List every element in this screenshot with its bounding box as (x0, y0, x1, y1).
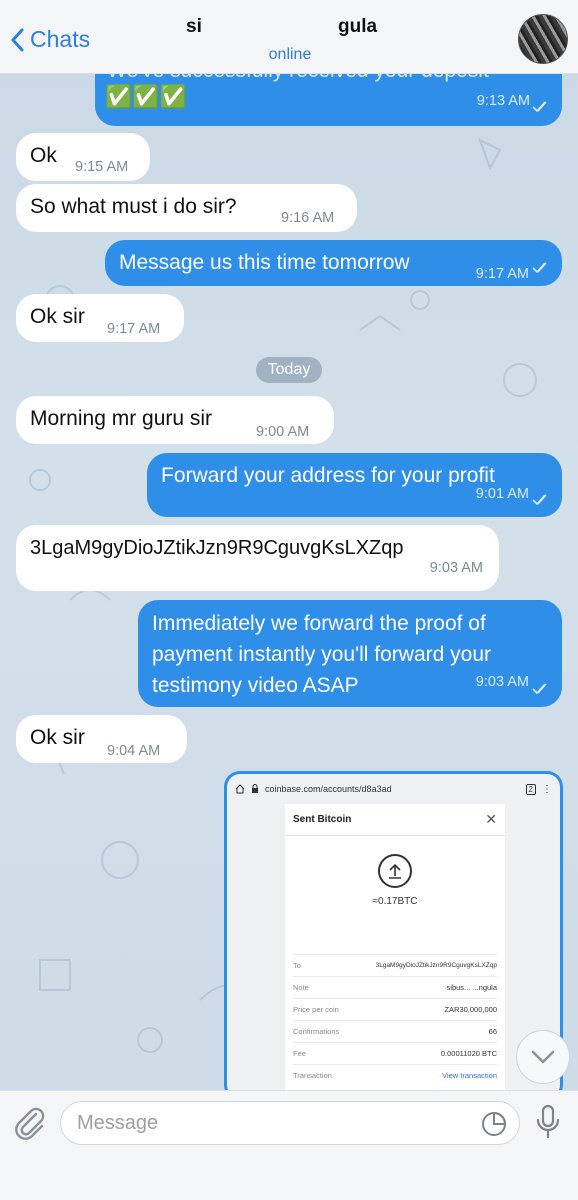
message-time: 9:16 AM (281, 210, 335, 226)
detail-value: sibus... ...ngula (446, 983, 497, 992)
home-icon (235, 784, 245, 794)
date-separator: Today (256, 357, 322, 383)
browser-url-bar: coinbase.com/accounts/d8a3ad 2 ⋮ (227, 774, 560, 804)
detail-value: 3LgaM9gyDioJZtikJzn9R9CguvgKsLXZqp (375, 962, 497, 969)
tab-count: 2 (525, 783, 536, 795)
microphone-icon[interactable] (534, 1103, 562, 1141)
message-bubble-outgoing[interactable]: Immediately we forward the proof of paym… (138, 600, 562, 707)
message-bubble-incoming[interactable]: Ok sir 9:04 AM (16, 715, 187, 763)
read-checkmarks-icon (532, 262, 547, 274)
message-text: Ok sir (30, 305, 85, 328)
message-time: 9:03 AM (475, 674, 529, 690)
detail-link: View transaction (442, 1071, 497, 1080)
message-text: Forward your address for your profit (161, 464, 495, 487)
detail-row: Price per coin ZAR30,000,000 (293, 998, 497, 1020)
chat-header: Chats si gula online (0, 0, 578, 74)
transaction-screenshot: coinbase.com/accounts/d8a3ad 2 ⋮ Sent Bi… (227, 774, 560, 1098)
message-text: Morning mr guru sir (30, 407, 213, 430)
read-checkmarks-icon (532, 101, 547, 113)
chevron-left-icon (11, 28, 24, 51)
message-emoji: ✅✅✅ (105, 84, 188, 109)
message-time: 9:15 AM (75, 159, 129, 175)
detail-label: Transaction (293, 1071, 332, 1080)
detail-row: Transaction View transaction (293, 1064, 497, 1086)
message-time: 9:01 AM (475, 486, 529, 502)
contact-status: online (268, 46, 312, 63)
detail-row: To 3LgaM9gyDioJZtikJzn9R9CguvgKsLXZqp (293, 954, 497, 976)
read-checkmarks-icon (532, 494, 547, 506)
message-time: 9:00 AM (256, 424, 310, 440)
read-checkmarks-icon (532, 683, 547, 695)
message-bubble-incoming[interactable]: 3LgaM9gyDioJZtikJzn9R9CguvgKsLXZqp 9:03 … (16, 525, 499, 591)
message-time: 9:04 AM (107, 743, 161, 759)
message-bubble-incoming[interactable]: Morning mr guru sir 9:00 AM (16, 396, 334, 444)
chevron-down-icon (531, 1050, 555, 1064)
detail-label: Note (293, 983, 309, 992)
send-arrow-icon (378, 854, 412, 888)
message-time: 9:17 AM (107, 321, 161, 337)
lock-icon (252, 784, 258, 793)
detail-value: ZAR30,000,000 (444, 1005, 497, 1014)
message-text: Ok (30, 144, 57, 167)
message-time: 9:03 AM (429, 560, 483, 576)
message-input-bar (0, 1090, 578, 1200)
contact-name-left: si (186, 16, 202, 37)
message-text-line: payment instantly you'll forward your (152, 643, 491, 666)
sent-bitcoin-panel: Sent Bitcoin ✕ ≈0.17BTC To 3LgaM9gyDioJZt… (285, 804, 505, 1098)
scroll-down-button[interactable] (516, 1030, 570, 1084)
message-text: 3LgaM9gyDioJZtikJzn9R9CguvgKsLXZqp (30, 537, 404, 559)
message-field[interactable] (60, 1101, 520, 1145)
sticker-icon[interactable] (481, 1111, 507, 1137)
url-text: coinbase.com/accounts/d8a3ad (265, 784, 392, 794)
back-label: Chats (30, 26, 91, 52)
panel-title: Sent Bitcoin (293, 814, 352, 825)
detail-label: Fee (293, 1049, 306, 1058)
paperclip-icon[interactable] (14, 1105, 46, 1141)
detail-row: Note sibus... ...ngula (293, 976, 497, 998)
more-icon: ⋮ (542, 783, 552, 795)
message-bubble-incoming[interactable]: Ok 9:15 AM (16, 133, 150, 181)
message-time: 9:17 AM (475, 266, 529, 282)
message-bubble-incoming[interactable]: Ok sir 9:17 AM (16, 294, 184, 342)
detail-row: Confirmations 66 (293, 1020, 497, 1042)
message-text: Ok sir (30, 726, 85, 749)
panel-header: Sent Bitcoin ✕ (285, 804, 505, 836)
image-message[interactable]: coinbase.com/accounts/d8a3ad 2 ⋮ Sent Bi… (224, 771, 563, 1101)
message-input[interactable] (77, 1112, 457, 1135)
message-text: So what must i do sir? (30, 195, 237, 218)
message-bubble-outgoing[interactable]: Forward your address for your profit 9:0… (147, 453, 562, 517)
message-text-line: Immediately we forward the proof of (152, 612, 486, 635)
contact-name-right: gula (338, 16, 378, 37)
detail-value: 66 (488, 1027, 497, 1036)
close-icon: ✕ (485, 811, 497, 827)
message-text: Message us this time tomorrow (119, 251, 410, 274)
detail-label: Confirmations (293, 1027, 340, 1036)
sent-amount: ≈0.17BTC (372, 896, 418, 907)
message-bubble-incoming[interactable]: So what must i do sir? 9:16 AM (16, 184, 357, 232)
detail-value: 0.00011020 BTC (440, 1049, 497, 1058)
avatar[interactable] (518, 14, 568, 64)
message-time: 9:13 AM (476, 93, 530, 109)
detail-label: Price per coin (293, 1005, 339, 1014)
detail-label: To (293, 961, 301, 970)
detail-row: Fee 0.00011020 BTC (293, 1042, 497, 1064)
back-button[interactable]: Chats (10, 26, 90, 53)
message-bubble-outgoing[interactable]: Message us this time tomorrow 9:17 AM (105, 240, 562, 286)
